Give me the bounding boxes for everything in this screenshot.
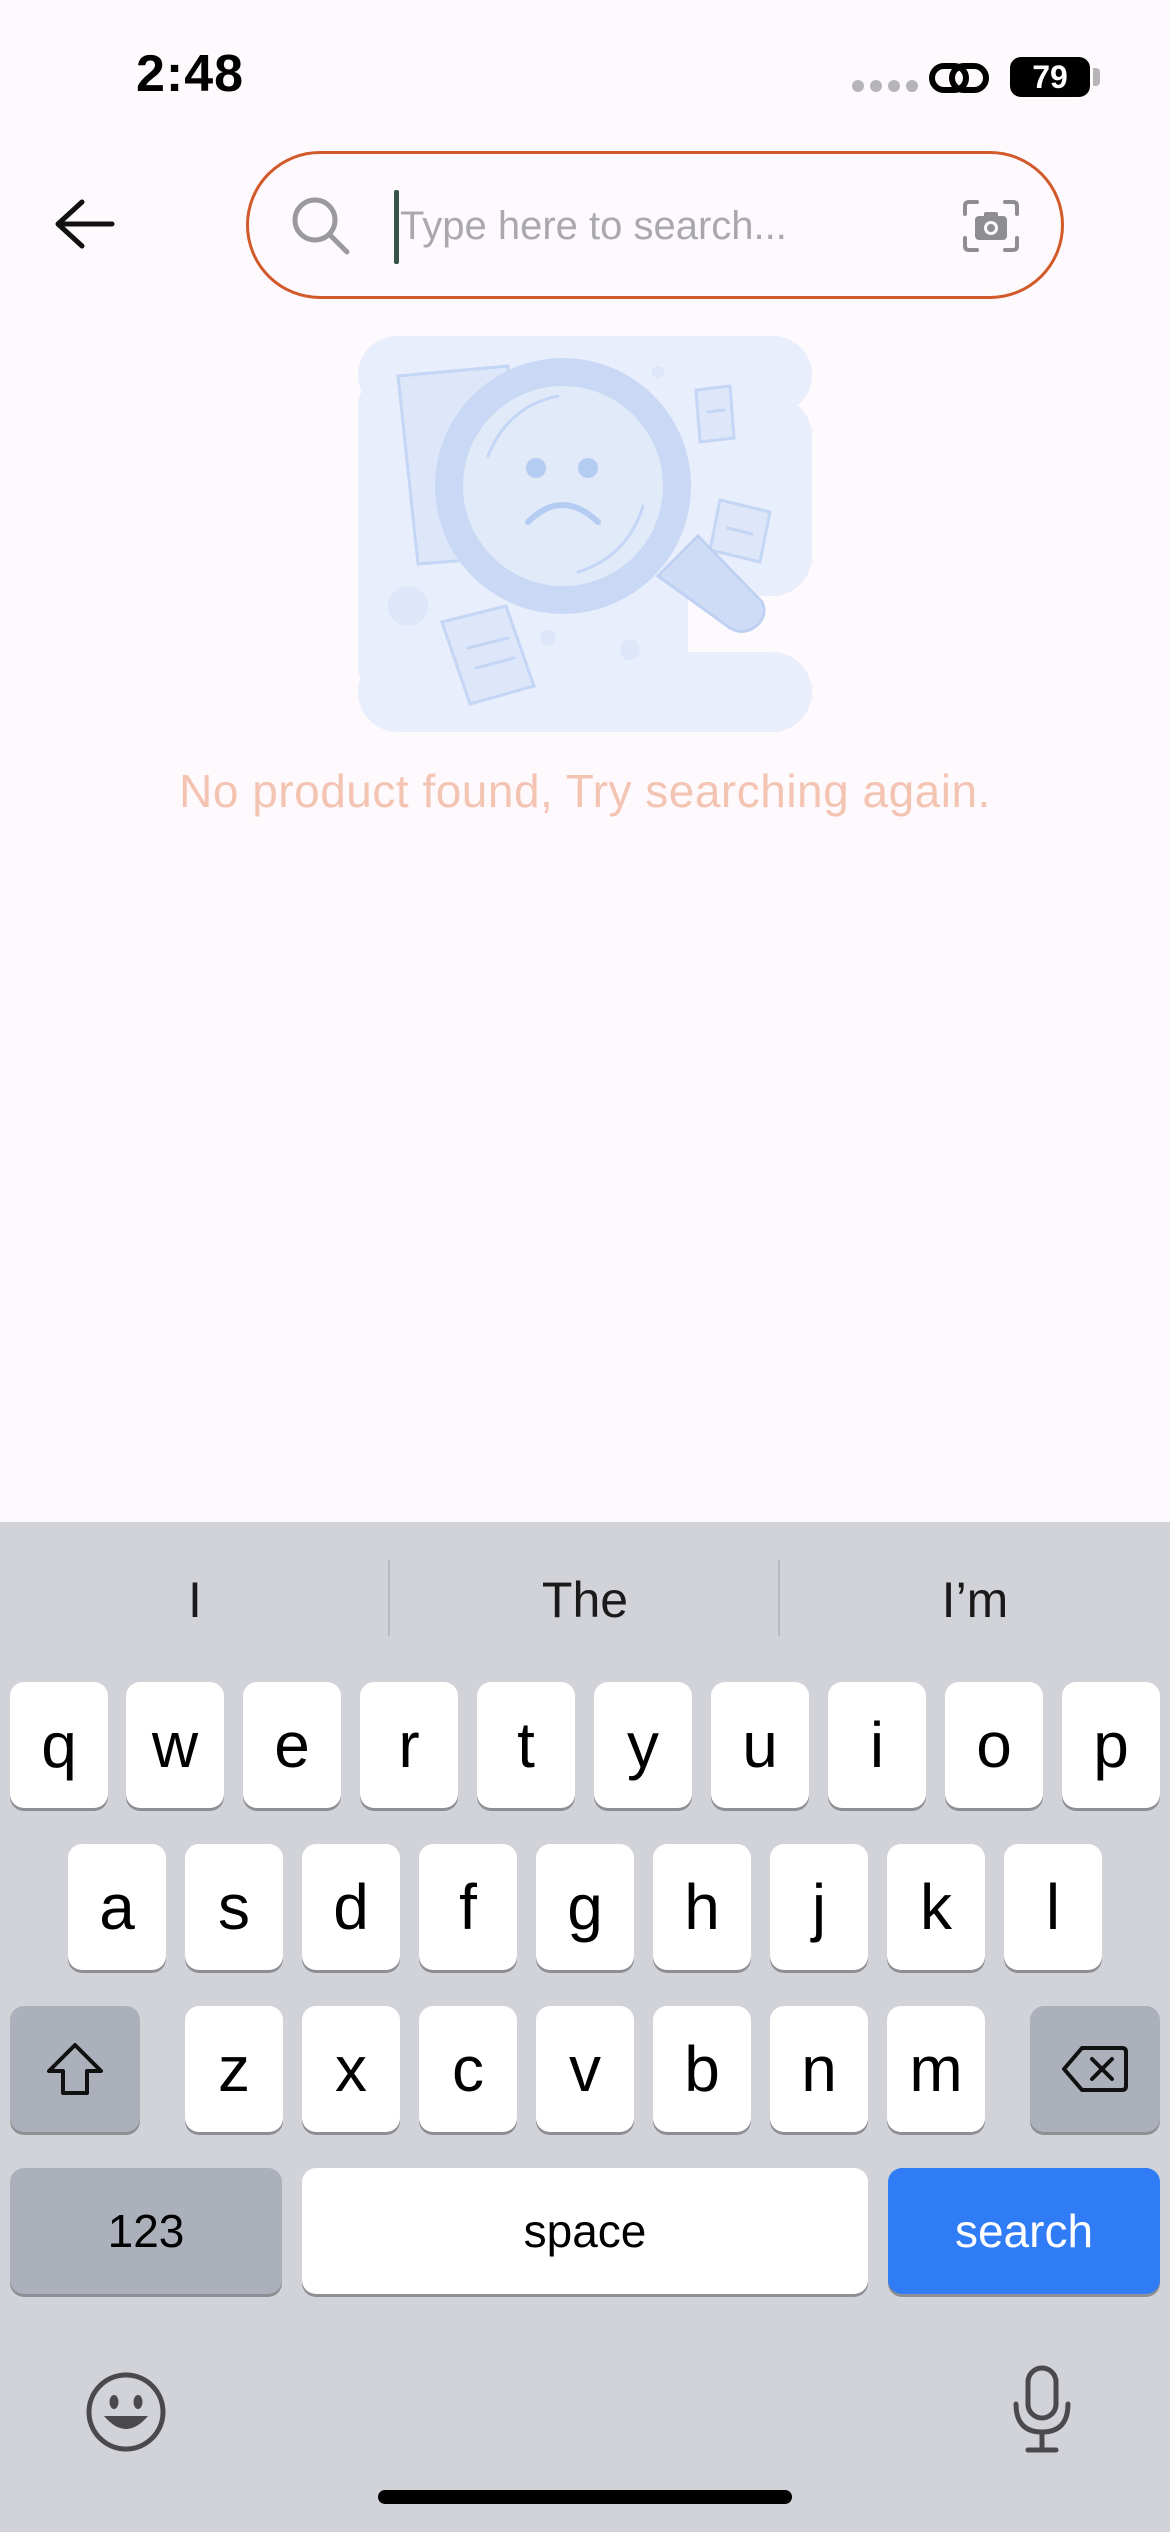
search-icon bbox=[292, 197, 350, 255]
key-k[interactable]: k bbox=[887, 1844, 985, 1970]
key-i[interactable]: i bbox=[828, 1682, 926, 1808]
search-bar[interactable] bbox=[246, 151, 1064, 299]
key-a[interactable]: a bbox=[68, 1844, 166, 1970]
key-j[interactable]: j bbox=[770, 1844, 868, 1970]
key-z[interactable]: z bbox=[185, 2006, 283, 2132]
shift-icon bbox=[47, 2043, 103, 2095]
backspace-key[interactable] bbox=[1030, 2006, 1160, 2132]
empty-state-message: No product found, Try searching again. bbox=[179, 765, 991, 817]
link-icon bbox=[929, 63, 989, 93]
shift-key[interactable] bbox=[10, 2006, 140, 2132]
key-o[interactable]: o bbox=[945, 1682, 1043, 1808]
key-r[interactable]: r bbox=[360, 1682, 458, 1808]
suggestion-item[interactable]: I bbox=[0, 1560, 390, 1640]
key-b[interactable]: b bbox=[653, 2006, 751, 2132]
key-t[interactable]: t bbox=[477, 1682, 575, 1808]
key-v[interactable]: v bbox=[536, 2006, 634, 2132]
suggestion-bar: I The I’m bbox=[0, 1522, 1170, 1678]
back-button[interactable] bbox=[44, 184, 124, 264]
sad-magnifier-documents-illustration bbox=[358, 336, 812, 732]
key-x[interactable]: x bbox=[302, 2006, 400, 2132]
key-u[interactable]: u bbox=[711, 1682, 809, 1808]
status-bar: 2:48 79 bbox=[0, 0, 1170, 150]
key-y[interactable]: y bbox=[594, 1682, 692, 1808]
camera-icon[interactable] bbox=[961, 198, 1021, 254]
key-l[interactable]: l bbox=[1004, 1844, 1102, 1970]
key-p[interactable]: p bbox=[1062, 1682, 1160, 1808]
battery-level: 79 bbox=[1032, 58, 1068, 95]
microphone-icon[interactable] bbox=[1010, 2364, 1074, 2456]
backspace-icon bbox=[1062, 2046, 1128, 2092]
key-f[interactable]: f bbox=[419, 1844, 517, 1970]
key-s[interactable]: s bbox=[185, 1844, 283, 1970]
space-key[interactable]: space bbox=[302, 2168, 868, 2294]
key-h[interactable]: h bbox=[653, 1844, 751, 1970]
battery-icon: 79 bbox=[1010, 57, 1090, 97]
text-cursor bbox=[394, 190, 399, 264]
key-c[interactable]: c bbox=[419, 2006, 517, 2132]
keyboard: I The I’m q w e r t y u i o p a s d f g … bbox=[0, 1522, 1170, 2532]
key-q[interactable]: q bbox=[10, 1682, 108, 1808]
numbers-key[interactable]: 123 bbox=[10, 2168, 282, 2294]
status-time: 2:48 bbox=[136, 45, 245, 103]
search-input[interactable] bbox=[394, 184, 864, 268]
emoji-icon[interactable] bbox=[84, 2370, 168, 2454]
signal-dots-icon bbox=[852, 80, 918, 92]
key-m[interactable]: m bbox=[887, 2006, 985, 2132]
arrow-left-icon bbox=[55, 199, 115, 249]
home-indicator[interactable] bbox=[378, 2490, 792, 2504]
search-key[interactable]: search bbox=[888, 2168, 1160, 2294]
key-n[interactable]: n bbox=[770, 2006, 868, 2132]
suggestion-item[interactable]: The bbox=[390, 1560, 780, 1640]
key-w[interactable]: w bbox=[126, 1682, 224, 1808]
key-g[interactable]: g bbox=[536, 1844, 634, 1970]
battery-nub bbox=[1093, 68, 1100, 86]
suggestion-item[interactable]: I’m bbox=[780, 1560, 1170, 1640]
key-d[interactable]: d bbox=[302, 1844, 400, 1970]
key-e[interactable]: e bbox=[243, 1682, 341, 1808]
